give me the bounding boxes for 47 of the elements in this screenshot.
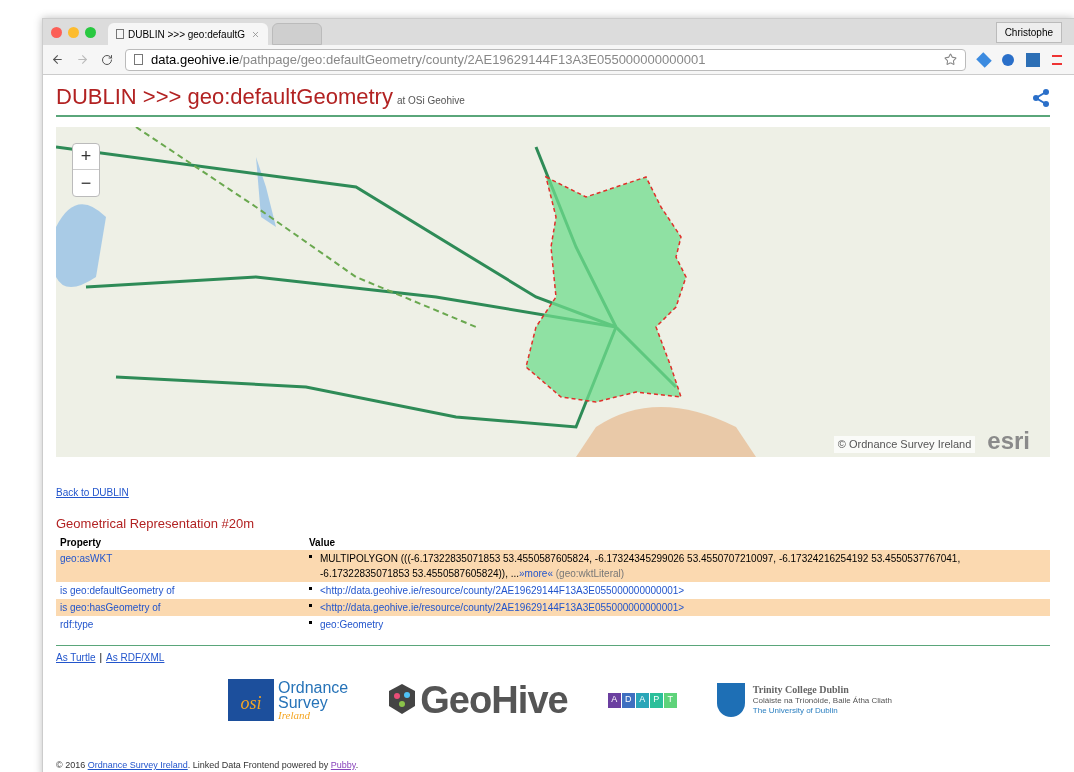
esri-logo: esri: [987, 428, 1030, 453]
pubby-link[interactable]: Pubby: [330, 760, 356, 770]
resource-link[interactable]: <http://data.geohive.ie/resource/county/2AE19629144F13A3E055000000000001>: [320, 600, 685, 615]
osi-logo: osi Ordnance Survey Ireland: [228, 679, 349, 721]
close-window-icon[interactable]: [51, 26, 62, 38]
reload-icon[interactable]: [101, 53, 113, 66]
resource-link[interactable]: <http://data.geohive.ie/resource/county/2AE19629144F13A3E055000000000001>: [320, 583, 685, 598]
menu-icon[interactable]: [1052, 54, 1062, 65]
extension-icon[interactable]: [1026, 52, 1040, 67]
adapt-logo: A D A P T: [607, 692, 677, 708]
tcd-logo: Trinity College Dublin Coláiste na Tríonóide, Baile Átha Cliath The University of Dublin: [716, 683, 892, 717]
bullet-icon: [309, 555, 312, 558]
bullet-icon: [309, 587, 312, 590]
url-text: data.geohive.ie/pathpage/geo:defaultGeometry/county/2AE19629144F13A3E055000000000001: [151, 50, 706, 69]
tab-title: DUBLIN >>> geo:defaultG: [128, 27, 246, 42]
close-tab-icon[interactable]: [251, 29, 260, 39]
footer-text: © 2016 Ordnance Survey Ireland. Linked Data Frontend powered by Pubby.: [56, 759, 360, 772]
property-cell: is geo:hasGeometry of: [56, 599, 309, 616]
section-title: Geometrical Representation #20m: [56, 514, 255, 533]
more-link[interactable]: »more«: [519, 568, 553, 579]
page-icon: [134, 54, 143, 65]
address-bar[interactable]: data.geohive.ie/pathpage/geo:defaultGeometry/county/2AE19629144F13A3E055000000000001: [125, 48, 966, 71]
map-attribution: © Ordnance Survey Ireland: [833, 436, 976, 453]
column-header: Value: [309, 536, 337, 550]
turtle-link[interactable]: As Turtle: [56, 650, 96, 665]
column-header: Property: [59, 536, 103, 550]
profile-button[interactable]: Christophe: [995, 21, 1062, 43]
separator-text: |: [99, 651, 103, 665]
star-icon[interactable]: [944, 53, 957, 66]
bullet-icon: [309, 621, 312, 624]
geohive-logo: GeoHive: [388, 681, 568, 719]
page-subtitle: at OSi Geohive: [396, 93, 465, 108]
page-icon: [116, 29, 124, 39]
back-icon[interactable]: [51, 53, 64, 66]
resource-link[interactable]: geo:Geometry: [320, 617, 384, 632]
page-title: DUBLIN >>> geo:defaultGeometry: [56, 83, 393, 111]
rdf-xml-link[interactable]: As RDF/XML: [106, 650, 165, 665]
map-view[interactable]: + − © Ordnance Survey Ireland esri: [56, 126, 1050, 457]
footer-link[interactable]: Ordnance Survey Ireland: [87, 760, 188, 770]
literal-value: MULTIPOLYGON (((-6.17322835071853 53.4550587605824, -6.17324345299026 53.4550707210097, -6.17324216254192 53.4550537767041, -6.17322835071853 53.4550587605824)), ...»more« (geo:wktLiteral): [320, 552, 962, 581]
browser-tab[interactable]: DUBLIN >>> geo:defaultG: [108, 23, 268, 45]
bullet-icon: [309, 604, 312, 607]
zoom-out-button[interactable]: −: [73, 169, 99, 196]
forward-icon[interactable]: [76, 53, 89, 66]
property-cell: geo:asWKT: [56, 550, 309, 582]
zoom-in-button[interactable]: +: [73, 143, 99, 170]
back-link[interactable]: Back to DUBLIN: [56, 484, 129, 500]
